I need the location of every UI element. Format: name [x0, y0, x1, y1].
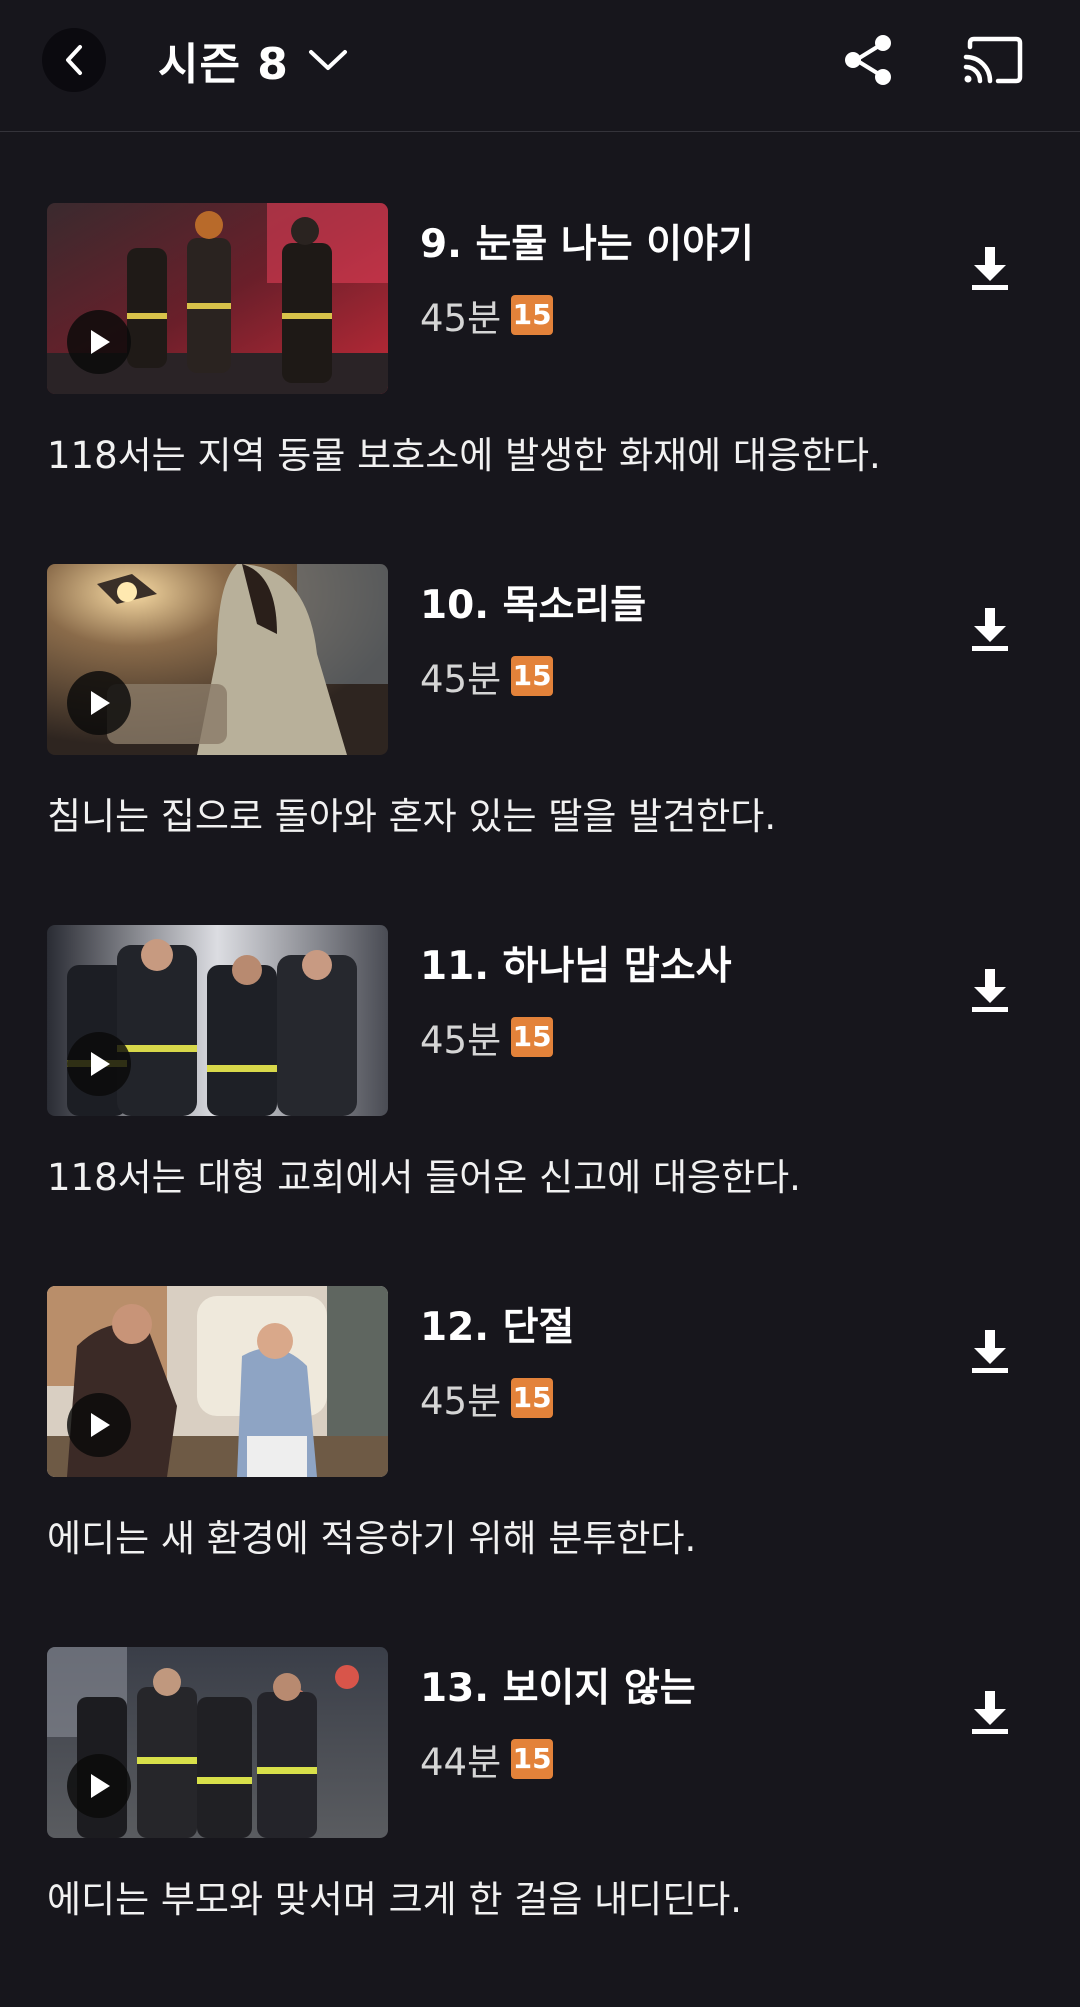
- share-button[interactable]: [836, 28, 900, 92]
- play-icon: [91, 691, 110, 715]
- episode-thumbnail[interactable]: [47, 203, 388, 394]
- play-button[interactable]: [67, 671, 131, 735]
- episode-duration: 44분: [420, 1741, 502, 1784]
- download-icon: [972, 1691, 1008, 1734]
- play-icon: [91, 1052, 110, 1076]
- play-button[interactable]: [67, 310, 131, 374]
- episode-meta: 45분 15: [420, 293, 554, 340]
- episode-meta: 45분 15: [420, 654, 554, 701]
- episode-title: 9. 눈물 나는 이야기: [420, 222, 754, 267]
- play-button[interactable]: [67, 1754, 131, 1818]
- age-rating-badge: 15: [511, 1378, 554, 1418]
- episode-thumbnail[interactable]: [47, 1286, 388, 1477]
- episode-synopsis: 침니는 집으로 돌아와 혼자 있는 딸을 발견한다.: [47, 795, 777, 838]
- episode-thumbnail[interactable]: [47, 1647, 388, 1838]
- episode-item[interactable]: 13. 보이지 않는 44분 15 에디는 부모와 맞서며 크게 한 걸음 내디…: [0, 1647, 1080, 2007]
- episode-meta: 44분 15: [420, 1737, 554, 1784]
- play-button[interactable]: [67, 1032, 131, 1096]
- episode-synopsis: 에디는 부모와 맞서며 크게 한 걸음 내디딘다.: [47, 1878, 743, 1921]
- play-button[interactable]: [67, 1393, 131, 1457]
- season-label: 시즌 8: [158, 39, 289, 90]
- download-button[interactable]: [960, 1683, 1020, 1743]
- download-button[interactable]: [960, 239, 1020, 299]
- back-button[interactable]: [42, 28, 106, 92]
- episode-title: 13. 보이지 않는: [420, 1666, 696, 1711]
- episode-title: 12. 단절: [420, 1305, 575, 1350]
- download-button[interactable]: [960, 600, 1020, 660]
- download-button[interactable]: [960, 961, 1020, 1021]
- age-rating-badge: 15: [511, 1017, 554, 1057]
- episode-duration: 45분: [420, 658, 502, 701]
- season-selector[interactable]: 시즌 8: [158, 28, 349, 92]
- episode-item[interactable]: 9. 눈물 나는 이야기 45분 15 118서는 지역 동물 보호소에 발생한…: [0, 203, 1080, 563]
- episode-thumbnail[interactable]: [47, 925, 388, 1116]
- back-arrow-icon: [66, 45, 82, 75]
- age-rating-badge: 15: [511, 295, 554, 335]
- episode-title: 11. 하나님 맙소사: [420, 944, 732, 989]
- download-icon: [972, 1330, 1008, 1373]
- chevron-down-icon: [308, 50, 347, 70]
- download-button[interactable]: [960, 1322, 1020, 1382]
- download-icon: [972, 969, 1008, 1012]
- download-icon: [972, 247, 1008, 290]
- cast-button[interactable]: [958, 28, 1028, 92]
- play-icon: [91, 1774, 110, 1798]
- episode-synopsis: 118서는 지역 동물 보호소에 발생한 화재에 대응한다.: [47, 434, 881, 477]
- episode-duration: 45분: [420, 1019, 502, 1062]
- share-icon: [845, 35, 891, 85]
- episode-duration: 45분: [420, 1380, 502, 1423]
- episode-title: 10. 목소리들: [420, 583, 647, 628]
- play-icon: [91, 1413, 110, 1437]
- age-rating-badge: 15: [511, 1739, 554, 1779]
- download-icon: [972, 608, 1008, 651]
- episode-synopsis: 에디는 새 환경에 적응하기 위해 분투한다.: [47, 1517, 697, 1560]
- episode-item[interactable]: 11. 하나님 맙소사 45분 15 118서는 대형 교회에서 들어온 신고에…: [0, 925, 1080, 1285]
- episode-synopsis: 118서는 대형 교회에서 들어온 신고에 대응한다.: [47, 1156, 801, 1199]
- episode-item[interactable]: 10. 목소리들 45분 15 침니는 집으로 돌아와 혼자 있는 딸을 발견한…: [0, 564, 1080, 924]
- episode-thumbnail[interactable]: [47, 564, 388, 755]
- play-icon: [91, 330, 110, 354]
- age-rating-badge: 15: [511, 656, 554, 696]
- episode-meta: 45분 15: [420, 1376, 554, 1423]
- episode-duration: 45분: [420, 297, 502, 340]
- episode-meta: 45분 15: [420, 1015, 554, 1062]
- episode-item[interactable]: 12. 단절 45분 15 에디는 새 환경에 적응하기 위해 분투한다.: [0, 1286, 1080, 1646]
- top-bar: 시즌 8: [0, 0, 1080, 132]
- cast-icon: [963, 36, 1023, 84]
